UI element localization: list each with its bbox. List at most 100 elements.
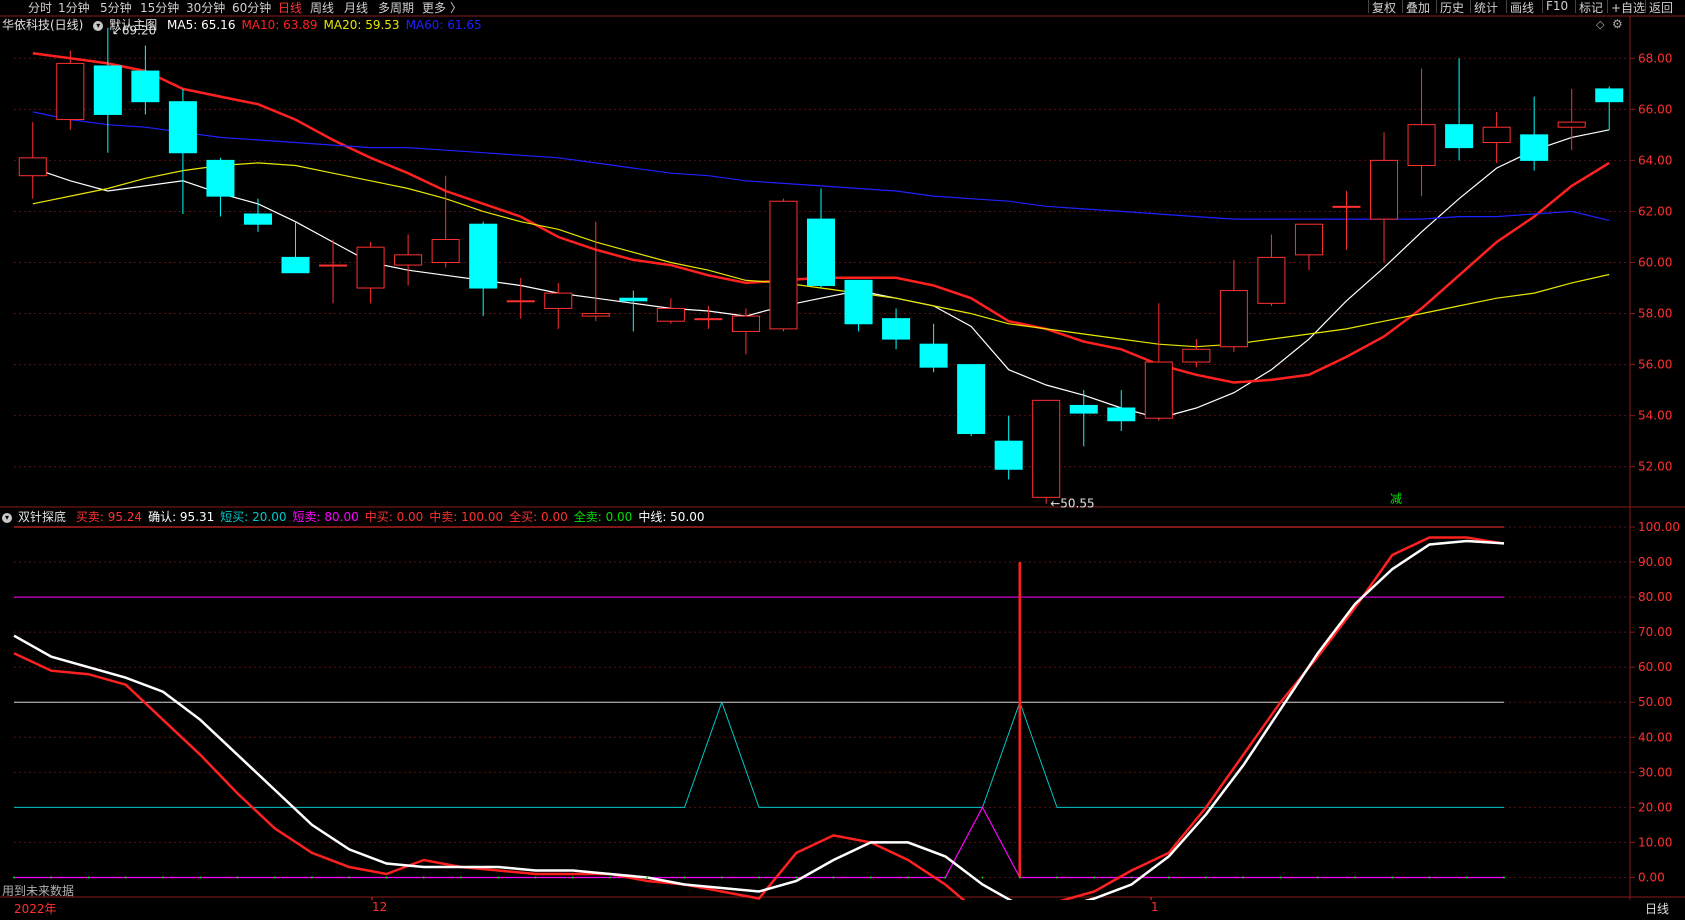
zero-dot bbox=[162, 876, 164, 879]
candle-body bbox=[1445, 124, 1474, 149]
candle-body bbox=[18, 157, 47, 177]
candle-body bbox=[1257, 256, 1286, 304]
y-tick-label: 60.00 bbox=[1638, 256, 1672, 270]
y-tick-label: 64.00 bbox=[1638, 153, 1672, 167]
zero-dot bbox=[1428, 876, 1431, 879]
y-tick-label: 50.00 bbox=[1638, 695, 1672, 709]
chart-canvas[interactable]: 68.00 66.00 64.00 62.00 60.00 58.00 56.00 54.00… bbox=[0, 0, 1685, 900]
y-tick-label: 10.00 bbox=[1638, 835, 1672, 849]
zero-dot bbox=[981, 876, 984, 879]
zero-dot bbox=[1279, 876, 1282, 879]
candle-body bbox=[919, 343, 948, 368]
zero-dot bbox=[50, 876, 53, 879]
zero-dot bbox=[1391, 876, 1394, 879]
candle-body bbox=[1557, 121, 1586, 128]
candle-body bbox=[994, 440, 1023, 470]
candle-body bbox=[1219, 290, 1248, 348]
zero-dot bbox=[1167, 876, 1170, 879]
candle-body bbox=[1482, 126, 1511, 144]
candle-body bbox=[769, 200, 798, 330]
zero-dot bbox=[422, 876, 425, 879]
zero-dot bbox=[1056, 876, 1058, 879]
candle-body bbox=[506, 300, 535, 303]
candle-body bbox=[957, 364, 986, 435]
future-data-note: 用到未来数据 bbox=[2, 884, 75, 898]
zero-dot bbox=[497, 876, 500, 879]
y-tick-label: 90.00 bbox=[1638, 555, 1672, 569]
zero-dot bbox=[832, 876, 835, 879]
candle-body bbox=[806, 218, 836, 286]
month-label-1: 1 bbox=[1151, 900, 1159, 914]
zero-dot bbox=[683, 876, 686, 879]
time-axis: 2022年 12 1 日线 bbox=[0, 900, 1685, 920]
candle-body bbox=[694, 318, 723, 321]
zero-dot bbox=[907, 876, 909, 879]
zero-dot bbox=[385, 876, 388, 879]
y-tick-label: 30.00 bbox=[1638, 765, 1672, 779]
zero-dot bbox=[1205, 876, 1207, 879]
low-price-label: ←50.55 bbox=[1050, 497, 1094, 511]
zero-dot bbox=[311, 876, 313, 879]
candle-body bbox=[731, 315, 760, 332]
candle-body bbox=[56, 62, 85, 121]
candle-body bbox=[356, 246, 385, 289]
zero-dot bbox=[869, 876, 872, 879]
zero-dot bbox=[1242, 876, 1245, 879]
month-label-12: 12 bbox=[372, 900, 388, 914]
candle-body bbox=[581, 313, 610, 317]
period-label[interactable]: 日线 bbox=[1645, 900, 1669, 917]
zero-dot bbox=[795, 876, 798, 879]
candle-body bbox=[243, 213, 272, 225]
year-label: 2022年 bbox=[14, 902, 57, 916]
candle-body bbox=[431, 239, 460, 264]
zero-dot bbox=[1018, 876, 1021, 879]
candle-body bbox=[882, 318, 911, 340]
candle-body bbox=[1595, 88, 1624, 103]
candle-body bbox=[1144, 361, 1173, 419]
candle-body bbox=[93, 65, 122, 115]
candle-body bbox=[1407, 124, 1436, 167]
high-price-label: ↙69.20 bbox=[112, 24, 156, 38]
y-tick-label: 56.00 bbox=[1638, 358, 1672, 372]
zero-dot bbox=[720, 876, 723, 879]
y-tick-label: 80.00 bbox=[1638, 590, 1672, 604]
candle-body bbox=[319, 264, 348, 267]
zero-dot bbox=[1354, 876, 1356, 879]
candle-body bbox=[656, 307, 685, 322]
zero-dot bbox=[944, 876, 947, 879]
candle-body bbox=[131, 70, 160, 103]
zero-dot bbox=[1503, 876, 1505, 879]
candle-body bbox=[1182, 348, 1211, 363]
zero-dot bbox=[199, 876, 202, 879]
y-tick-label: 0.00 bbox=[1638, 870, 1665, 884]
candle-body bbox=[206, 159, 235, 197]
zero-dot bbox=[460, 876, 462, 879]
zero-dot bbox=[534, 876, 537, 879]
y-tick-label: 58.00 bbox=[1638, 307, 1672, 321]
candle-body bbox=[1069, 404, 1098, 414]
zero-dot bbox=[87, 876, 90, 879]
y-tick-label: 68.00 bbox=[1638, 51, 1672, 65]
zero-dot bbox=[124, 876, 127, 879]
y-tick-label: 40.00 bbox=[1638, 730, 1672, 744]
y-tick-label: 20.00 bbox=[1638, 800, 1672, 814]
candle-body bbox=[1520, 134, 1549, 161]
y-tick-label: 66.00 bbox=[1638, 102, 1672, 116]
zero-dot bbox=[1316, 876, 1319, 879]
candle-body bbox=[1370, 159, 1399, 220]
candle-body bbox=[1294, 223, 1323, 256]
zero-dot bbox=[609, 876, 611, 879]
zero-dot bbox=[1465, 876, 1468, 879]
zero-dot bbox=[758, 876, 760, 879]
candle-body bbox=[1032, 399, 1061, 498]
zero-dot bbox=[1130, 876, 1133, 879]
zero-dot bbox=[236, 876, 239, 879]
zero-dot bbox=[348, 876, 351, 879]
candle-body bbox=[1107, 407, 1136, 422]
signal-label: 减 bbox=[1390, 492, 1402, 506]
zero-dot bbox=[273, 876, 276, 879]
candle-body bbox=[619, 297, 648, 302]
y-tick-label: 62.00 bbox=[1638, 204, 1672, 218]
y-tick-label: 52.00 bbox=[1638, 460, 1672, 474]
zero-dot bbox=[646, 876, 649, 879]
